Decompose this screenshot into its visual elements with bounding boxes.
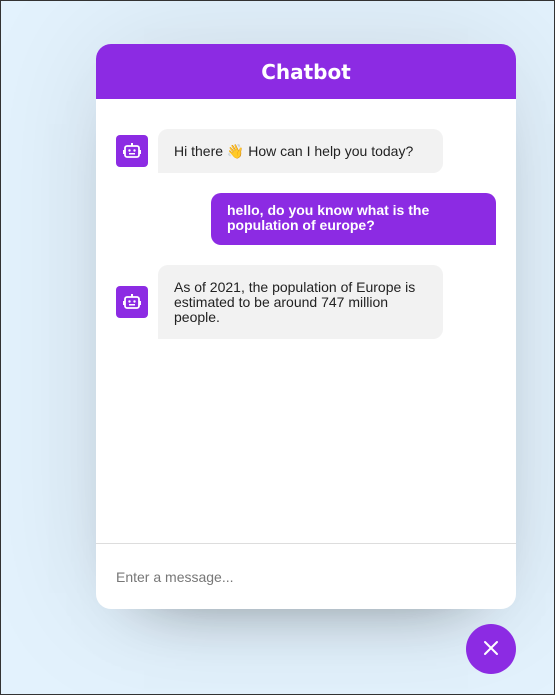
robot-icon	[116, 286, 148, 318]
close-icon	[483, 640, 499, 659]
robot-icon	[116, 135, 148, 167]
chatbot-window: Chatbot Hi there 👋 How can I help you to…	[96, 44, 516, 609]
chatbot-toggle-button[interactable]	[466, 624, 516, 674]
message-text: As of 2021, the population of Europe is …	[158, 265, 443, 339]
chat-header: Chatbot	[96, 44, 516, 99]
incoming-message: Hi there 👋 How can I help you today?	[116, 129, 496, 173]
incoming-message: As of 2021, the population of Europe is …	[116, 265, 496, 339]
chat-input-bar	[96, 543, 516, 609]
outgoing-message: hello, do you know what is the populatio…	[116, 193, 496, 245]
message-text: hello, do you know what is the populatio…	[211, 193, 496, 245]
message-input[interactable]	[116, 564, 496, 589]
message-text: Hi there 👋 How can I help you today?	[158, 129, 443, 173]
chat-messages: Hi there 👋 How can I help you today? hel…	[96, 99, 516, 543]
chat-title: Chatbot	[261, 59, 351, 84]
